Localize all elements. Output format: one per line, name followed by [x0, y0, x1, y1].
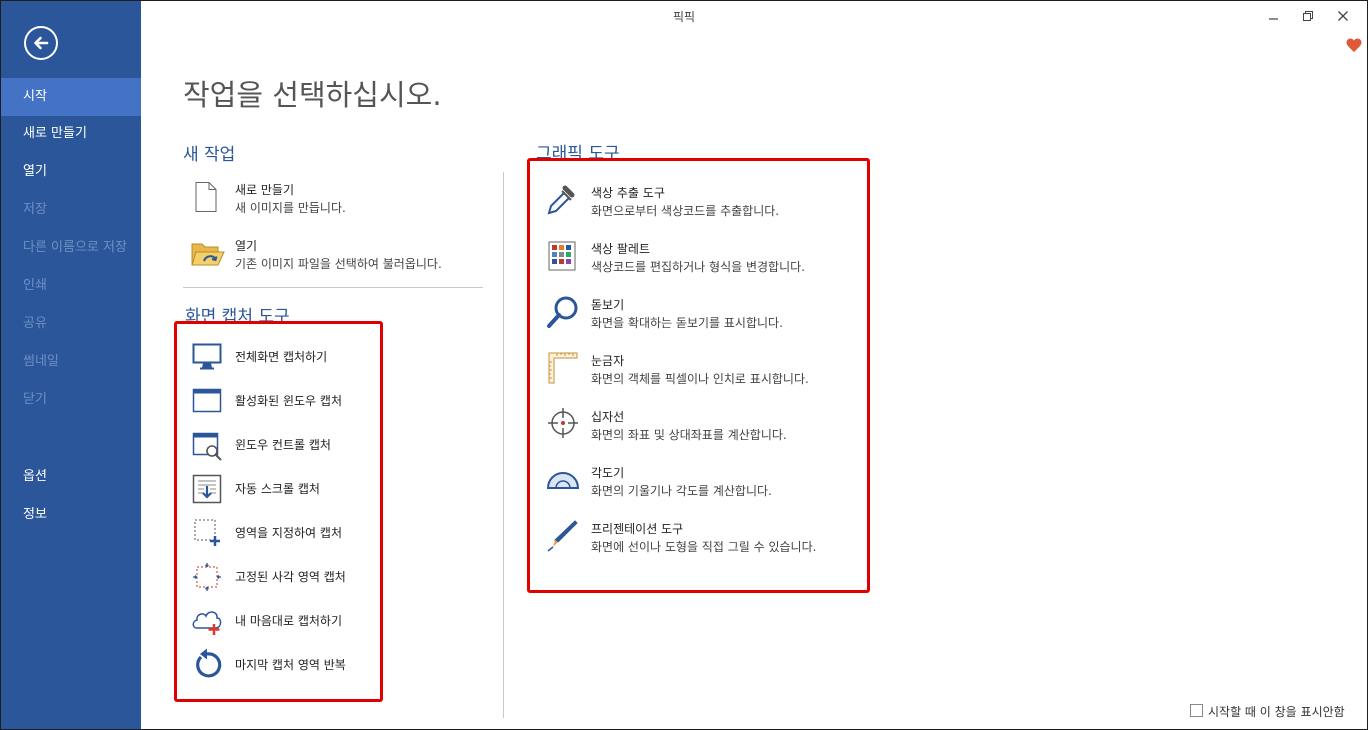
restore-icon — [1303, 11, 1313, 21]
monitor-icon — [192, 343, 222, 370]
item-title: 전체화면 캡처하기 — [235, 350, 328, 364]
item-title: 새로 만들기 — [235, 183, 295, 197]
ruler-icon — [548, 352, 578, 384]
back-arrow-icon — [34, 36, 49, 50]
item-title: 색상 팔레트 — [591, 242, 651, 256]
sidebar-item-options[interactable]: 옵션 — [1, 458, 141, 496]
sidebar-item-start[interactable]: 시작 — [1, 78, 141, 116]
item-title: 열기 — [235, 239, 258, 253]
sidebar-item-open[interactable]: 열기 — [1, 153, 141, 191]
item-title: 눈금자 — [591, 354, 625, 368]
item-title: 고정된 사각 영역 캡처 — [235, 570, 346, 584]
sidebar: 시작 새로 만들기 열기 저장 다른 이름으로 저장 인쇄 공유 썸네일 닫기 … — [1, 1, 141, 729]
sidebar-item-save-as[interactable]: 다른 이름으로 저장 — [1, 229, 141, 267]
item-title: 자동 스크롤 캡처 — [235, 482, 320, 496]
item-title: 프리젠테이션 도구 — [591, 522, 684, 536]
item-desc: 화면의 좌표 및 상대좌표를 계산합니다. — [591, 428, 787, 442]
sidebar-item-share[interactable]: 공유 — [1, 305, 141, 343]
section-title-new-task: 새 작업 — [183, 145, 236, 165]
item-desc: 새 이미지를 만듭니다. — [235, 201, 346, 215]
restore-button[interactable] — [1293, 6, 1323, 28]
item-title: 윈도우 컨트롤 캡처 — [235, 438, 331, 452]
item-title: 십자선 — [591, 410, 625, 424]
close-button[interactable] — [1328, 6, 1358, 28]
minimize-button[interactable] — [1259, 6, 1289, 28]
item-desc: 색상코드를 편집하거나 형식을 변경합니다. — [591, 260, 805, 274]
column-divider — [503, 172, 504, 718]
region-capture-icon — [194, 519, 220, 546]
scroll-capture-icon — [192, 474, 222, 504]
freehand-capture-icon — [192, 611, 222, 635]
item-title: 내 마음대로 캡처하기 — [235, 614, 342, 628]
item-desc: 화면의 객체를 픽셀이나 인치로 표시합니다. — [591, 372, 809, 386]
crosshair-icon — [548, 408, 578, 438]
item-title: 마지막 캡처 영역 반복 — [235, 658, 346, 672]
close-icon — [1338, 11, 1348, 21]
sidebar-item-thumbnail[interactable]: 썸네일 — [1, 343, 141, 381]
protractor-icon — [546, 472, 580, 489]
sidebar-item-info[interactable]: 정보 — [1, 496, 141, 534]
magnifier-icon — [547, 296, 578, 328]
item-desc: 화면으로부터 색상코드를 추출합니다. — [591, 204, 780, 218]
window-title: 픽픽 — [672, 10, 696, 24]
window-control-icon — [192, 432, 222, 461]
fixed-region-icon — [193, 563, 221, 591]
pen-icon — [547, 520, 578, 552]
back-button[interactable] — [24, 26, 58, 60]
sidebar-item-close[interactable]: 닫기 — [1, 381, 141, 419]
item-desc: 화면의 기울기나 각도를 계산합니다. — [591, 484, 772, 498]
item-title: 돋보기 — [591, 298, 625, 312]
checkbox-label: 시작할 때 이 창을 표시안함 — [1208, 705, 1345, 719]
eyedropper-icon — [547, 185, 575, 215]
item-desc: 기존 이미지 파일을 선택하여 불러옵니다. — [235, 257, 442, 271]
sidebar-item-new[interactable]: 새로 만들기 — [1, 115, 141, 153]
item-desc: 화면에 선이나 도형을 직접 그릴 수 있습니다. — [591, 540, 817, 554]
open-folder-icon — [191, 243, 225, 266]
palette-icon — [548, 241, 576, 271]
item-desc: 화면을 확대하는 돋보기를 표시합니다. — [591, 316, 783, 330]
minimize-icon — [1269, 18, 1278, 20]
item-title: 색상 추출 도구 — [591, 186, 665, 200]
new-file-icon — [195, 182, 217, 212]
highlight-box — [174, 321, 383, 702]
page-heading: 작업을 선택하십시오. — [183, 78, 442, 112]
sidebar-item-print[interactable]: 인쇄 — [1, 267, 141, 305]
item-title: 각도기 — [591, 466, 625, 480]
repeat-capture-icon — [196, 648, 222, 678]
window-icon — [192, 388, 222, 413]
heart-icon[interactable] — [1346, 38, 1362, 53]
sidebar-item-save[interactable]: 저장 — [1, 191, 141, 229]
checkbox-box[interactable] — [1190, 704, 1203, 717]
item-title: 활성화된 윈도우 캡처 — [235, 394, 342, 408]
divider — [183, 287, 483, 288]
item-title: 영역을 지정하여 캡처 — [235, 526, 342, 540]
